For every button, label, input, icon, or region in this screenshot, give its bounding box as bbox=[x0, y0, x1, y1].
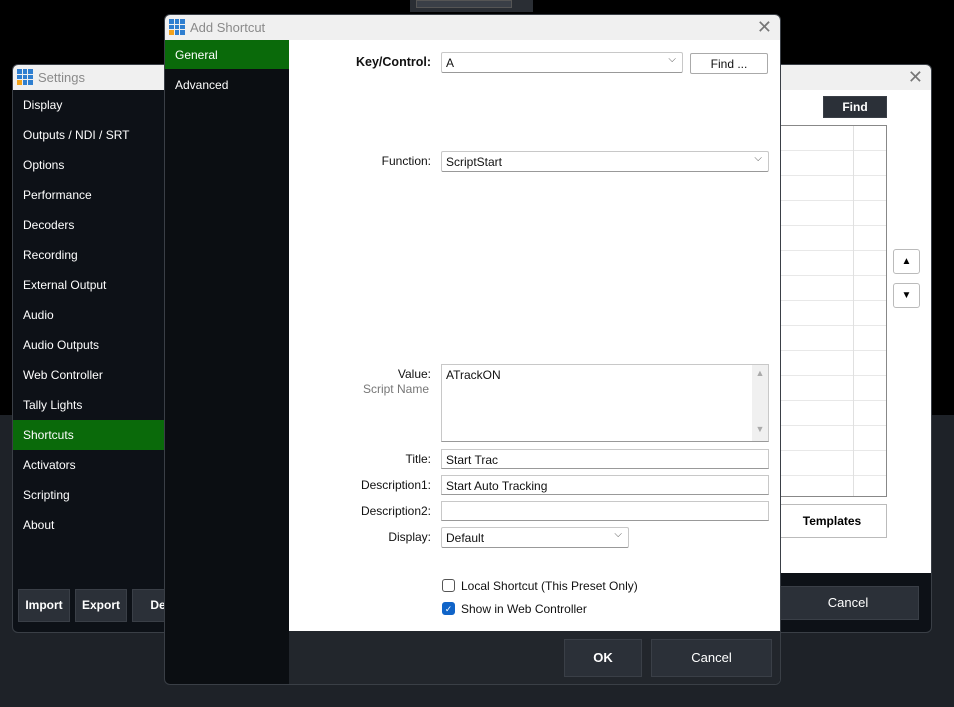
tab-advanced[interactable]: Advanced bbox=[165, 70, 289, 99]
move-up-button[interactable]: ▲ bbox=[893, 249, 920, 274]
description1-input[interactable]: Start Auto Tracking bbox=[441, 475, 769, 495]
find-key-button[interactable]: Find ... bbox=[690, 53, 768, 74]
sidebar-item-decoders[interactable]: Decoders bbox=[13, 210, 164, 240]
key-control-select[interactable]: A ⌵ bbox=[441, 52, 683, 73]
app-logo-icon bbox=[17, 69, 33, 85]
sidebar-item-web-controller[interactable]: Web Controller bbox=[13, 360, 164, 390]
chevron-down-icon: ⌵ bbox=[614, 529, 622, 540]
web-controller-label: Show in Web Controller bbox=[461, 602, 587, 616]
sidebar-item-external-output[interactable]: External Output bbox=[13, 270, 164, 300]
value-hint: Script Name bbox=[362, 382, 429, 396]
web-controller-checkbox[interactable]: ✓ bbox=[442, 602, 455, 615]
sidebar-item-audio[interactable]: Audio bbox=[13, 300, 164, 330]
sidebar-item-recording[interactable]: Recording bbox=[13, 240, 164, 270]
background-window-stub bbox=[410, 0, 533, 12]
description2-label: Description2: bbox=[360, 504, 431, 518]
scrollbar[interactable]: ▲ ▼ bbox=[752, 365, 768, 441]
import-button[interactable]: Import bbox=[18, 589, 70, 622]
sidebar-item-performance[interactable]: Performance bbox=[13, 180, 164, 210]
display-label: Display: bbox=[388, 530, 431, 544]
local-shortcut-label: Local Shortcut (This Preset Only) bbox=[461, 579, 638, 593]
triangle-up-icon: ▲ bbox=[901, 256, 912, 267]
sidebar-item-audio-outputs[interactable]: Audio Outputs bbox=[13, 330, 164, 360]
display-select[interactable]: Default ⌵ bbox=[441, 527, 629, 548]
sidebar-item-options[interactable]: Options bbox=[13, 150, 164, 180]
key-control-label: Key/Control: bbox=[356, 55, 431, 69]
dialog-titlebar: Add Shortcut ✕ bbox=[165, 15, 780, 40]
function-select[interactable]: ScriptStart ⌵ bbox=[441, 151, 769, 172]
export-button[interactable]: Export bbox=[75, 589, 127, 622]
move-down-button[interactable]: ▼ bbox=[893, 283, 920, 308]
dialog-title: Add Shortcut bbox=[190, 20, 266, 35]
function-value: ScriptStart bbox=[446, 155, 503, 169]
triangle-down-icon: ▼ bbox=[901, 290, 912, 301]
function-label: Function: bbox=[381, 154, 431, 168]
sidebar-item-tally-lights[interactable]: Tally Lights bbox=[13, 390, 164, 420]
description2-input[interactable] bbox=[441, 501, 769, 521]
cancel-button[interactable]: Cancel bbox=[651, 639, 772, 677]
settings-cancel-button[interactable]: Cancel bbox=[777, 586, 919, 620]
close-icon[interactable]: ✕ bbox=[908, 67, 923, 88]
value-text: ATrackON bbox=[446, 368, 501, 382]
ok-button[interactable]: OK bbox=[564, 639, 642, 677]
sidebar-item-shortcuts[interactable]: Shortcuts bbox=[13, 420, 164, 450]
sidebar-item-scripting[interactable]: Scripting bbox=[13, 480, 164, 510]
local-shortcut-checkbox[interactable] bbox=[442, 579, 455, 592]
description1-label: Description1: bbox=[360, 478, 431, 492]
shortcut-list[interactable] bbox=[777, 125, 887, 497]
title-input[interactable]: Start Trac bbox=[441, 449, 769, 469]
display-value: Default bbox=[446, 531, 485, 545]
sidebar-item-display[interactable]: Display bbox=[13, 90, 164, 120]
title-label: Title: bbox=[405, 452, 431, 466]
tab-general[interactable]: General bbox=[165, 40, 289, 69]
add-shortcut-dialog: Add Shortcut ✕ General Advanced Key/Cont… bbox=[164, 14, 781, 685]
value-textarea[interactable]: ATrackON ▲ ▼ bbox=[441, 364, 769, 442]
close-icon[interactable]: ✕ bbox=[757, 17, 772, 38]
sidebar-item-about[interactable]: About bbox=[13, 510, 164, 540]
dialog-footer: OK Cancel bbox=[289, 631, 780, 684]
check-icon: ✓ bbox=[444, 604, 453, 614]
sidebar-item-activators[interactable]: Activators bbox=[13, 450, 164, 480]
dialog-content: Key/Control: A ⌵ Find ... Function: Scrip… bbox=[289, 40, 780, 631]
chevron-down-icon: ⌵ bbox=[668, 54, 676, 65]
templates-button[interactable]: Templates bbox=[777, 504, 887, 538]
find-button[interactable]: Find bbox=[823, 96, 887, 118]
app-logo-icon bbox=[169, 19, 185, 35]
value-label: Value: bbox=[397, 367, 431, 381]
sidebar-item-outputs-ndi-srt[interactable]: Outputs / NDI / SRT bbox=[13, 120, 164, 150]
settings-title: Settings bbox=[38, 70, 85, 85]
key-control-value: A bbox=[446, 56, 455, 70]
chevron-down-icon: ⌵ bbox=[754, 153, 762, 164]
